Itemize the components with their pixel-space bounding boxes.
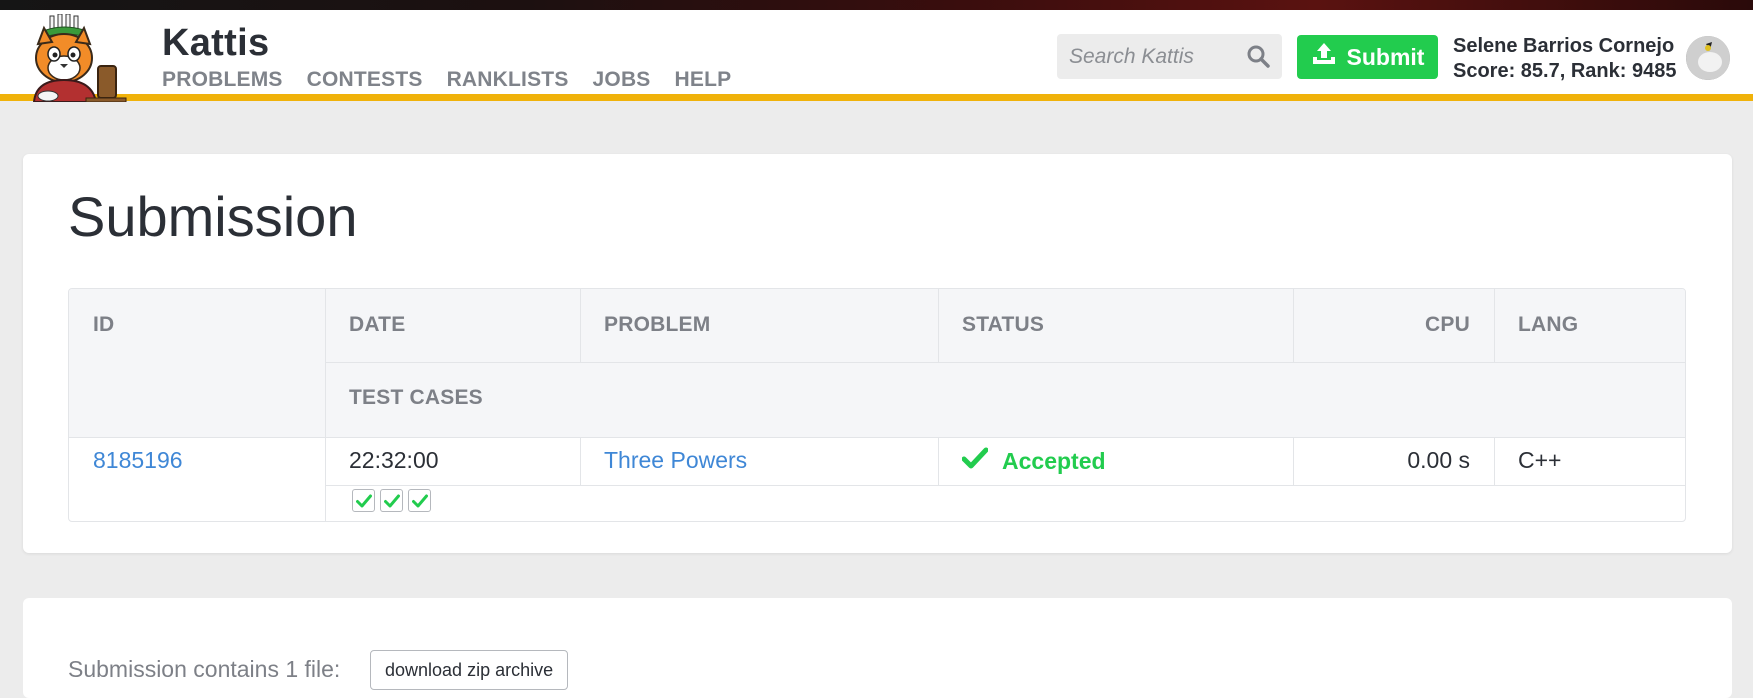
search-placeholder: Search Kattis bbox=[1069, 45, 1194, 68]
files-card: Submission contains 1 file: download zip… bbox=[23, 598, 1732, 698]
nav-ranklists[interactable]: RANKLISTS bbox=[447, 68, 569, 92]
submission-table: ID DATE PROBLEM STATUS CPU LANG TEST CAS… bbox=[68, 288, 1686, 522]
files-summary: Submission contains 1 file: bbox=[68, 656, 341, 682]
nav-jobs[interactable]: JOBS bbox=[593, 68, 651, 92]
avatar[interactable] bbox=[1686, 36, 1730, 80]
search-input[interactable]: Search Kattis bbox=[1057, 34, 1282, 79]
page-title: Submission bbox=[68, 185, 358, 248]
upload-icon bbox=[1311, 41, 1337, 73]
submission-date: 22:32:00 bbox=[349, 447, 439, 473]
check-icon bbox=[355, 494, 372, 507]
test-case-passed[interactable] bbox=[352, 489, 375, 512]
divider bbox=[1293, 289, 1294, 362]
divider bbox=[1494, 437, 1495, 485]
test-case-passed[interactable] bbox=[380, 489, 403, 512]
submit-label: Submit bbox=[1346, 43, 1425, 70]
divider bbox=[938, 289, 939, 362]
site-header: Kattis PROBLEMS CONTESTS RANKLISTS JOBS … bbox=[0, 10, 1753, 103]
submit-button[interactable]: Submit bbox=[1297, 35, 1438, 79]
header-lang: LANG bbox=[1494, 289, 1685, 362]
user-name[interactable]: Selene Barrios Cornejo bbox=[1453, 34, 1676, 59]
divider bbox=[325, 485, 1685, 486]
nav-contests[interactable]: CONTESTS bbox=[307, 68, 423, 92]
header-status: STATUS bbox=[938, 289, 1293, 362]
download-zip-button[interactable]: download zip archive bbox=[370, 650, 569, 690]
test-case-passed[interactable] bbox=[408, 489, 431, 512]
kattis-logo[interactable] bbox=[26, 13, 142, 103]
divider bbox=[69, 437, 1685, 438]
divider bbox=[1494, 289, 1495, 362]
check-icon bbox=[383, 494, 400, 507]
user-info[interactable]: Selene Barrios Cornejo Score: 85.7, Rank… bbox=[1453, 34, 1676, 84]
search-icon[interactable] bbox=[1246, 44, 1270, 68]
brand-name[interactable]: Kattis bbox=[162, 22, 269, 65]
status-text: Accepted bbox=[1002, 447, 1106, 474]
header-problem: PROBLEM bbox=[580, 289, 938, 362]
cpu-time: 0.00 s bbox=[1407, 447, 1470, 473]
check-icon bbox=[411, 494, 428, 507]
header-cpu: CPU bbox=[1293, 289, 1494, 362]
user-stats: Score: 85.7, Rank: 9485 bbox=[1453, 60, 1677, 82]
header-id: ID bbox=[69, 289, 325, 437]
top-banner-strip bbox=[0, 0, 1753, 10]
header-date: DATE bbox=[325, 289, 580, 362]
check-icon bbox=[961, 447, 989, 475]
header-test-cases: TEST CASES bbox=[325, 362, 1685, 437]
main-nav: PROBLEMS CONTESTS RANKLISTS JOBS HELP bbox=[162, 68, 731, 92]
nav-problems[interactable]: PROBLEMS bbox=[162, 68, 283, 92]
submission-id-link[interactable]: 8185196 bbox=[93, 447, 183, 474]
language: C++ bbox=[1518, 447, 1562, 473]
problem-link[interactable]: Three Powers bbox=[604, 447, 747, 474]
divider bbox=[580, 437, 581, 485]
divider bbox=[325, 362, 1685, 363]
nav-help[interactable]: HELP bbox=[675, 68, 732, 92]
status-badge: Accepted bbox=[961, 447, 1106, 475]
divider bbox=[325, 289, 326, 521]
divider bbox=[938, 437, 939, 485]
divider bbox=[580, 289, 581, 362]
submission-card: Submission ID DATE PROBLEM STATUS CPU LA… bbox=[23, 154, 1732, 553]
